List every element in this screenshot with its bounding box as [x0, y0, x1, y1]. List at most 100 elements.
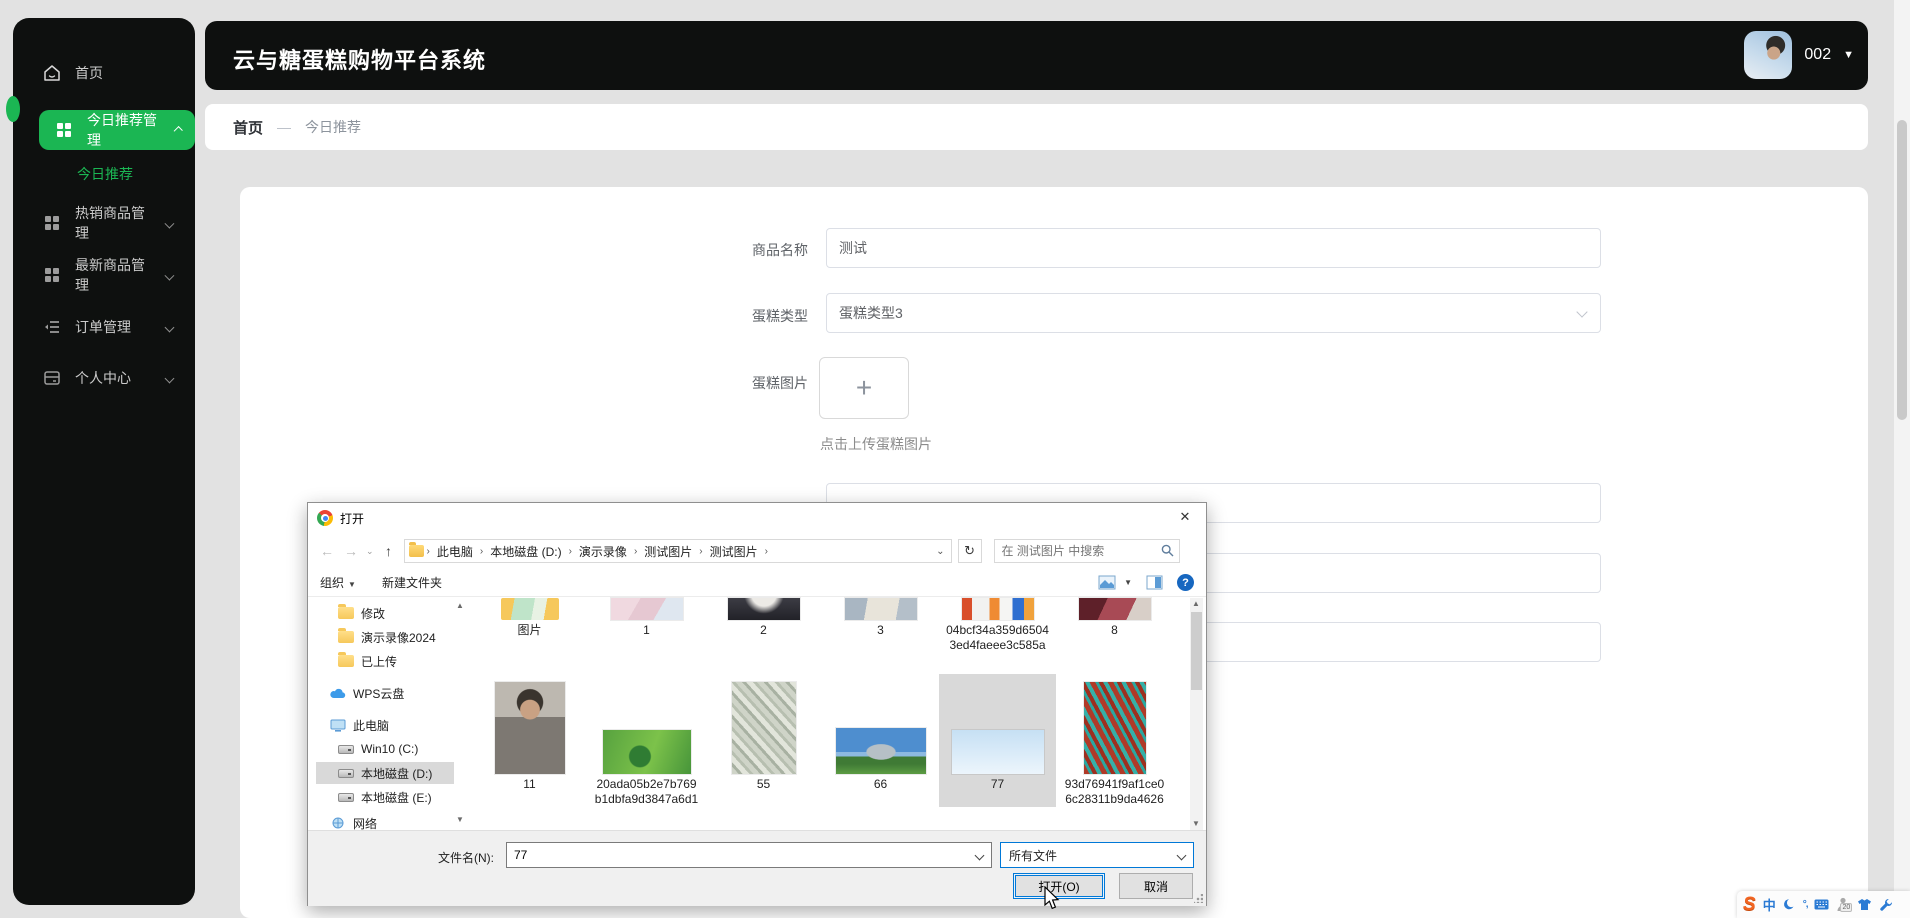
image-upload-box[interactable]: +	[819, 357, 909, 419]
sidebar-item-new-goods-manage[interactable]: 最新商品管理	[13, 255, 195, 295]
recent-locations-icon[interactable]: ⌄	[366, 546, 374, 557]
moon-icon[interactable]	[1783, 898, 1796, 911]
resize-grip[interactable]	[1194, 894, 1203, 903]
chevron-down-icon	[1576, 306, 1588, 318]
file-item-folder[interactable]: 图片	[471, 598, 588, 653]
punctuation-icon[interactable]: °,	[1803, 899, 1809, 910]
file-name: 图片	[517, 623, 542, 637]
preview-pane-icon[interactable]	[1146, 575, 1163, 590]
up-icon[interactable]: ↑	[380, 543, 398, 559]
image-thumbnail	[602, 730, 691, 774]
tree-scrollbar: ▲ ▼	[454, 598, 466, 828]
sidebar-item-label: 今日推荐管理	[87, 112, 157, 148]
sidebar-item-home[interactable]: 首页	[13, 53, 195, 93]
scroll-up-icon[interactable]: ▲	[454, 600, 466, 612]
file-name: 04bcf34a359d65043ed4faeee3c585a	[946, 623, 1049, 652]
file-item[interactable]: 66	[822, 674, 939, 807]
home-icon	[44, 65, 60, 81]
file-name: 20ada05b2e7b769b1dbfa9d3847a6d1	[594, 777, 699, 806]
file-item[interactable]: 3	[822, 598, 939, 653]
tree-item-folder[interactable]: 修改	[316, 602, 454, 624]
search-box[interactable]	[993, 539, 1180, 563]
address-crumb-demo-video[interactable]: 演示录像	[575, 543, 631, 560]
file-item[interactable]: 55	[705, 674, 822, 807]
new-folder-button[interactable]: 新建文件夹	[382, 574, 442, 591]
address-crumb-drive-d[interactable]: 本地磁盘 (D:)	[486, 543, 565, 560]
filename-input[interactable]	[507, 843, 957, 867]
cake-type-select[interactable]: 蛋糕类型3	[826, 293, 1601, 333]
scroll-down-icon[interactable]: ▼	[1190, 818, 1202, 830]
card-icon	[44, 371, 60, 385]
chevron-down-icon	[164, 270, 175, 280]
wrench-icon[interactable]	[1879, 898, 1893, 912]
skin-icon[interactable]: 20	[1836, 897, 1853, 912]
file-item[interactable]: 1	[588, 598, 705, 653]
address-crumb-this-pc[interactable]: 此电脑	[433, 543, 477, 560]
file-item[interactable]: 11	[471, 674, 588, 807]
help-icon[interactable]: ?	[1177, 574, 1194, 591]
tree-item-wps-cloud[interactable]: WPS云盘	[316, 682, 454, 704]
shirt-icon[interactable]	[1857, 898, 1872, 911]
chinese-mode-icon[interactable]: 中	[1763, 895, 1776, 914]
tree-item-drive-d[interactable]: 本地磁盘 (D:)	[316, 762, 454, 784]
tree-item-drive-c[interactable]: Win10 (C:)	[316, 738, 454, 760]
address-bar[interactable]: › 此电脑 › 本地磁盘 (D:) › 演示录像 › 测试图片 › 测试图片 ›…	[403, 539, 952, 563]
dialog-body: 修改 演示录像2024 已上传 WPS云盘 此电脑 Win10 (C:) 本地磁…	[308, 598, 1206, 832]
scroll-down-icon[interactable]: ▼	[454, 814, 466, 826]
open-button[interactable]: 打开(O)	[1013, 873, 1105, 899]
scroll-up-icon[interactable]: ▲	[1190, 598, 1202, 610]
user-menu[interactable]: 002 ▼	[1744, 31, 1854, 79]
close-icon[interactable]: ✕	[1165, 503, 1205, 531]
address-crumb-test-images-2[interactable]: 测试图片	[706, 543, 762, 560]
file-item[interactable]: 93d76941f9af1ce06c28311b9da4626	[1056, 674, 1173, 807]
tree-item-folder[interactable]: 演示录像2024	[316, 626, 454, 648]
sidebar-item-label: 个人中心	[75, 370, 131, 386]
organize-button[interactable]: 组织 ▼	[320, 574, 356, 591]
search-input[interactable]	[994, 540, 1155, 562]
sidebar-item-hot-goods-manage[interactable]: 热销商品管理	[13, 203, 195, 243]
keyboard-icon[interactable]	[1814, 899, 1829, 910]
sidebar-subitem-today-recommend[interactable]: 今日推荐	[77, 164, 133, 184]
sidebar-item-order-manage[interactable]: 订单管理	[13, 307, 195, 347]
refresh-icon[interactable]: ↻	[957, 539, 982, 563]
back-icon[interactable]: ←	[318, 543, 336, 559]
field-label-cake-image: 蛋糕图片	[752, 375, 808, 391]
tree-label: WPS云盘	[353, 686, 405, 701]
chevron-down-icon	[164, 373, 175, 383]
dialog-titlebar[interactable]: 打开 ✕	[308, 503, 1206, 533]
scrollbar-thumb[interactable]	[1897, 120, 1907, 420]
address-dropdown-icon[interactable]: ⌄	[936, 546, 944, 557]
file-item-selected[interactable]: 77	[939, 674, 1056, 807]
sidebar-collapse-handle[interactable]	[6, 96, 20, 122]
tree-label: 修改	[361, 606, 386, 621]
breadcrumb-home[interactable]: 首页	[233, 117, 263, 138]
scrollbar-thumb[interactable]	[1191, 612, 1202, 690]
screen: 首页 今日推荐管理 今日推荐 热销商品管理 最新商品管理 订单管理 个人中心 云…	[0, 0, 1910, 918]
breadcrumb-current: 今日推荐	[305, 119, 362, 135]
breadcrumb: 首页 — 今日推荐	[205, 104, 1868, 150]
file-item[interactable]: 2	[705, 598, 822, 653]
files-scrollbar: ▲ ▼	[1190, 598, 1203, 830]
sidebar-item-today-recommend-manage[interactable]: 今日推荐管理	[39, 110, 195, 150]
sidebar-item-label: 热销商品管理	[75, 205, 145, 241]
file-item[interactable]: 04bcf34a359d65043ed4faeee3c585a	[939, 598, 1056, 653]
filetype-value: 所有文件	[1009, 848, 1058, 863]
filename-combo[interactable]	[506, 842, 992, 868]
tree-item-drive-e[interactable]: 本地磁盘 (E:)	[316, 786, 454, 808]
sidebar-item-personal-center[interactable]: 个人中心	[13, 358, 195, 398]
image-thumbnail	[961, 598, 1034, 620]
cancel-button[interactable]: 取消	[1119, 873, 1193, 899]
sogou-logo-icon[interactable]: S	[1743, 895, 1756, 914]
tree-label: 网络	[353, 816, 378, 831]
tree-item-folder[interactable]: 已上传	[316, 650, 454, 672]
image-thumbnail	[731, 682, 796, 774]
filetype-combo[interactable]: 所有文件	[1000, 842, 1194, 868]
address-crumb-test-images[interactable]: 测试图片	[640, 543, 696, 560]
file-name: 77	[990, 777, 1005, 791]
file-item[interactable]: 8	[1056, 598, 1173, 653]
change-view-button[interactable]: ▼	[1098, 575, 1132, 590]
forward-icon[interactable]: →	[342, 543, 360, 559]
product-name-input[interactable]	[826, 228, 1601, 268]
file-item[interactable]: 20ada05b2e7b769b1dbfa9d3847a6d1	[588, 674, 705, 807]
tree-item-this-pc[interactable]: 此电脑	[316, 714, 454, 736]
